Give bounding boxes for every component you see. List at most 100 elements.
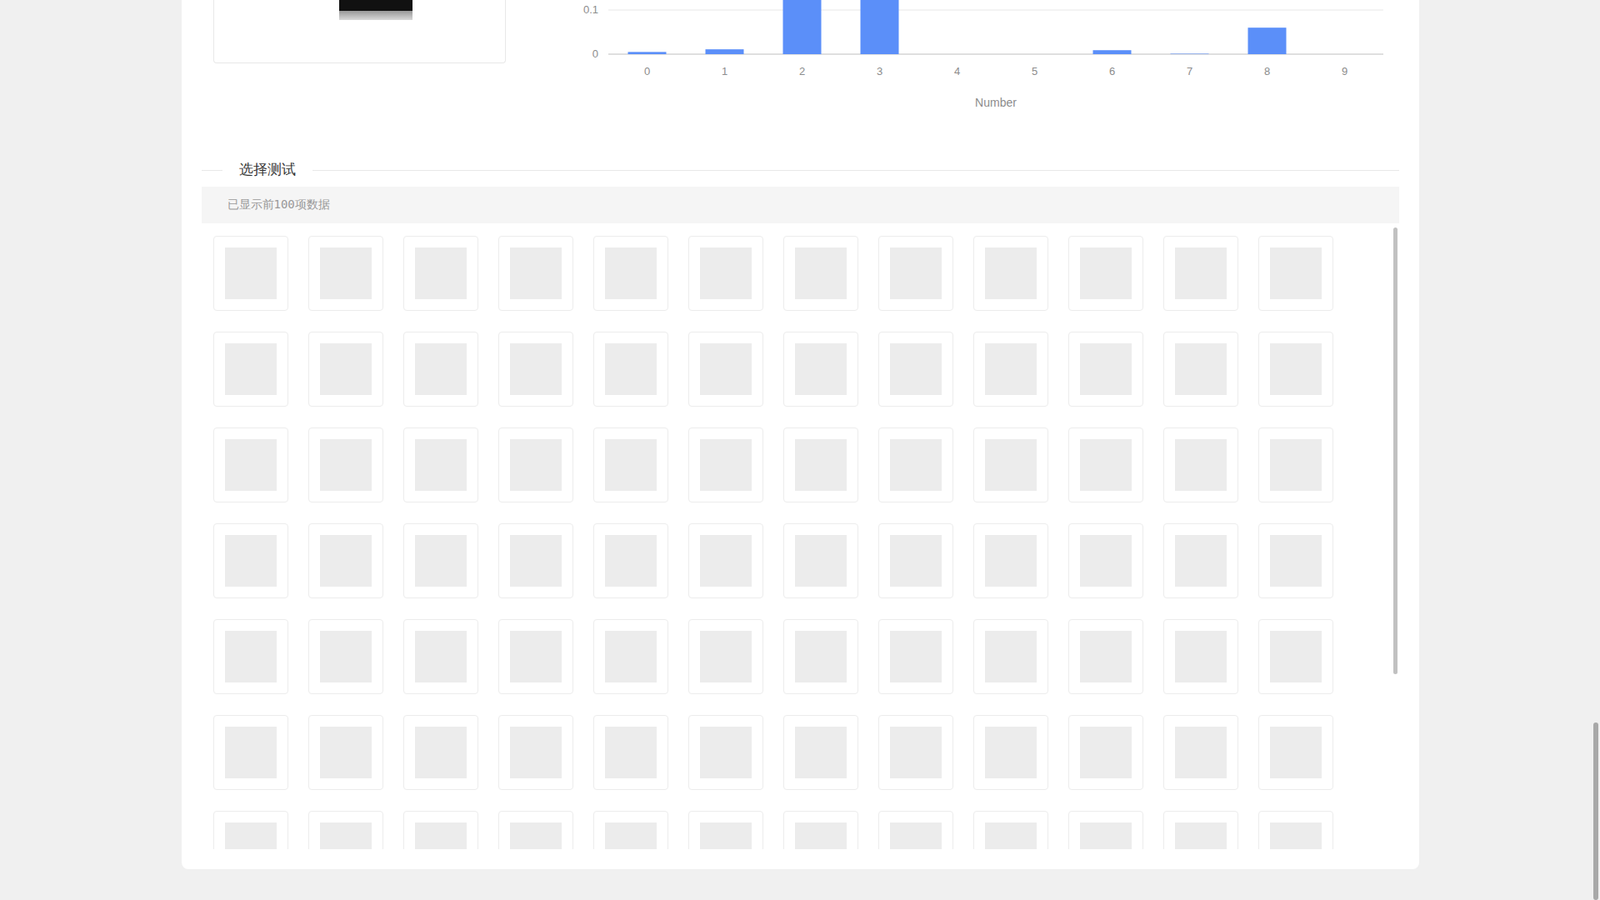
sample-card[interactable] [1068,331,1144,407]
sample-card[interactable] [498,810,574,850]
sample-card[interactable] [783,619,859,695]
digit-picture [890,822,942,850]
sample-card[interactable] [213,619,289,695]
sample-card[interactable] [1068,427,1144,503]
sample-card[interactable] [688,715,764,790]
sample-card[interactable] [1068,810,1144,850]
sample-card[interactable] [593,715,669,790]
sample-card[interactable] [1163,427,1239,503]
sample-card[interactable] [1068,523,1144,599]
sample-card[interactable] [878,619,954,695]
sample-card[interactable] [593,810,669,850]
sample-card[interactable] [973,619,1049,695]
sample-card[interactable] [1163,715,1239,790]
page-scrollbar[interactable] [1593,722,1599,900]
sample-card[interactable] [1163,619,1239,695]
list-scrollbar[interactable] [1393,227,1398,675]
sample-card[interactable] [973,810,1049,850]
sample-card[interactable] [973,331,1049,407]
sample-card[interactable] [973,427,1049,503]
sample-card[interactable] [1163,235,1239,311]
digit-picture [985,822,1037,850]
digit-picture [320,535,372,587]
sample-card[interactable] [878,235,954,311]
bar[interactable] [1170,53,1209,55]
sample-card[interactable] [1258,619,1334,695]
sample-card[interactable] [213,715,289,790]
sample-card[interactable] [403,619,479,695]
sample-card[interactable] [403,523,479,599]
sample-card[interactable] [308,235,384,311]
sample-card[interactable] [213,523,289,599]
sample-card[interactable] [308,523,384,599]
bar[interactable] [1325,54,1364,55]
bar[interactable] [705,49,744,55]
sample-card[interactable] [688,235,764,311]
sample-card[interactable] [783,810,859,850]
bar[interactable] [1092,50,1131,55]
sample-card[interactable] [308,619,384,695]
sample-card[interactable] [878,427,954,503]
sample-card[interactable] [878,331,954,407]
sample-card[interactable] [783,427,859,503]
sample-card[interactable] [783,523,859,599]
sample-card[interactable] [403,715,479,790]
sample-card[interactable] [1258,810,1334,850]
sample-card[interactable] [498,235,574,311]
sample-card[interactable] [973,523,1049,599]
sample-card[interactable] [878,715,954,790]
sample-card[interactable] [688,619,764,695]
sample-card[interactable] [1068,235,1144,311]
sample-card[interactable] [878,810,954,850]
sample-card[interactable] [1258,331,1334,407]
sample-card[interactable] [1163,331,1239,407]
sample-card[interactable] [973,235,1049,311]
sample-card[interactable] [308,427,384,503]
sample-card[interactable] [308,715,384,790]
sample-card[interactable] [1163,810,1239,850]
sample-card[interactable] [498,715,574,790]
sample-card[interactable] [1258,715,1334,790]
sample-card[interactable] [783,331,859,407]
sample-card[interactable] [1068,619,1144,695]
sample-list[interactable] [201,227,1400,850]
sample-card[interactable] [1258,427,1334,503]
sample-card[interactable] [688,810,764,850]
sample-card[interactable] [593,235,669,311]
sample-card[interactable] [498,523,574,599]
bar[interactable] [1247,27,1286,55]
sample-card[interactable] [783,715,859,790]
bar[interactable] [937,54,976,55]
sample-card[interactable] [1163,523,1239,599]
sample-card[interactable] [213,235,289,311]
sample-card[interactable] [973,715,1049,790]
bar[interactable] [860,0,899,55]
sample-card[interactable] [213,427,289,503]
sample-card[interactable] [213,810,289,850]
sample-card[interactable] [308,810,384,850]
sample-card[interactable] [498,331,574,407]
sample-card[interactable] [403,427,479,503]
sample-card[interactable] [213,331,289,407]
bar[interactable] [782,0,821,55]
sample-card[interactable] [1068,715,1144,790]
sample-card[interactable] [308,331,384,407]
sample-card[interactable] [403,235,479,311]
sample-card[interactable] [783,235,859,311]
bar[interactable] [1015,54,1054,55]
sample-card[interactable] [498,427,574,503]
sample-card[interactable] [688,331,764,407]
sample-card[interactable] [403,810,479,850]
bar[interactable] [627,51,666,55]
sample-card[interactable] [1258,235,1334,311]
sample-card[interactable] [403,331,479,407]
sample-card[interactable] [593,331,669,407]
sample-card[interactable] [498,619,574,695]
sample-card[interactable] [1258,523,1334,599]
sample-card[interactable] [688,523,764,599]
sample-card[interactable] [593,523,669,599]
sample-card[interactable] [593,619,669,695]
sample-card[interactable] [593,427,669,503]
sample-card[interactable] [688,427,764,503]
sample-card[interactable] [878,523,954,599]
